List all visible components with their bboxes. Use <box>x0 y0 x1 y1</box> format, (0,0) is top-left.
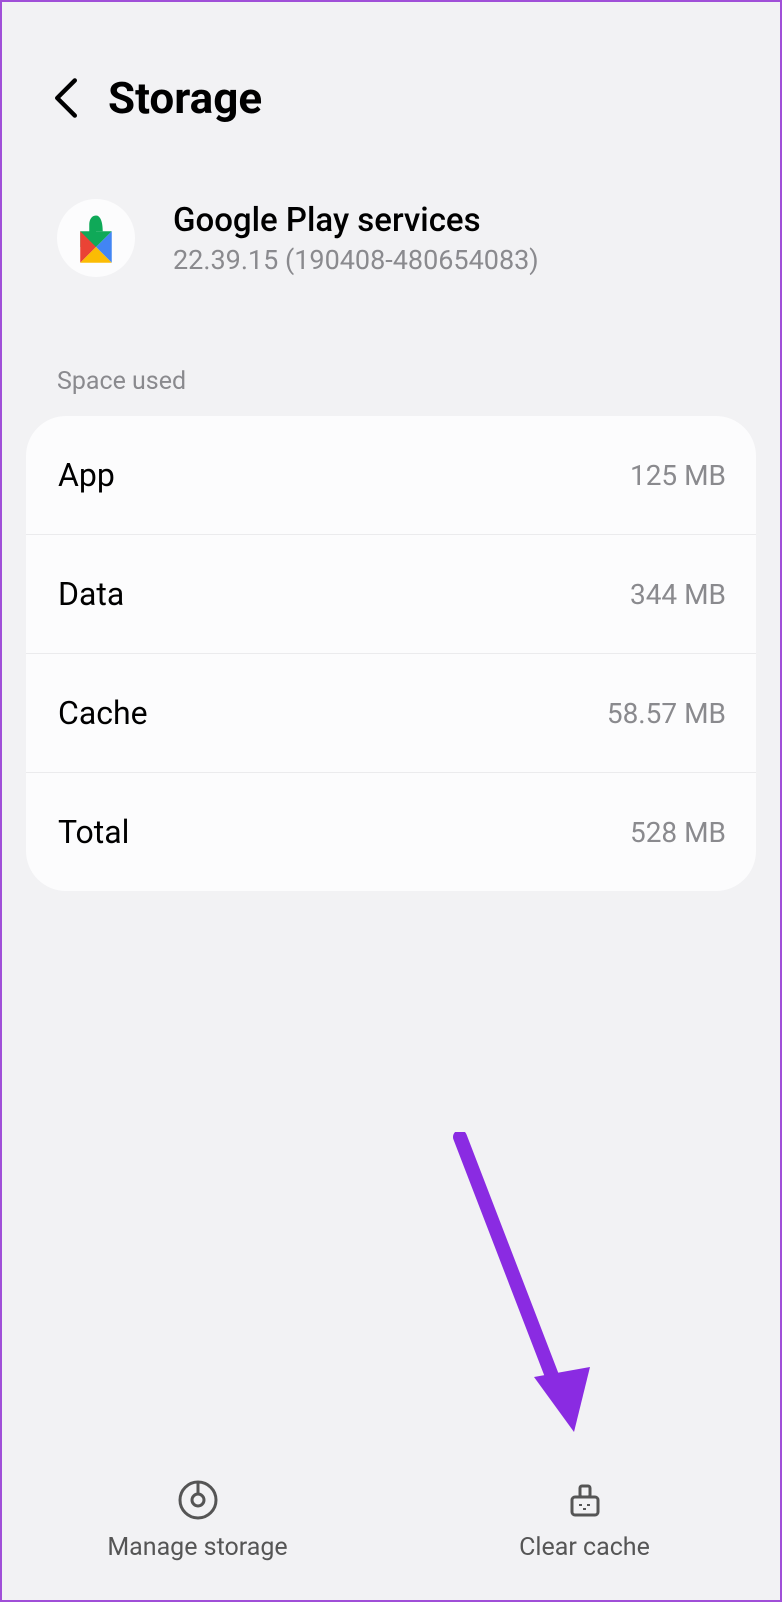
clear-cache-label: Clear cache <box>519 1533 650 1562</box>
annotation-arrow-icon <box>442 1132 622 1462</box>
storage-row-total[interactable]: Total 528 MB <box>26 773 756 891</box>
storage-value: 528 MB <box>630 816 726 849</box>
header: Storage <box>2 2 780 174</box>
storage-label: App <box>58 456 115 494</box>
storage-row-app[interactable]: App 125 MB <box>26 416 756 535</box>
app-info: Google Play services 22.39.15 (190408-48… <box>2 174 780 337</box>
storage-value: 125 MB <box>630 459 726 492</box>
storage-row-cache[interactable]: Cache 58.57 MB <box>26 654 756 773</box>
storage-label: Total <box>58 813 129 851</box>
back-icon[interactable] <box>52 76 80 120</box>
storage-card: App 125 MB Data 344 MB Cache 58.57 MB To… <box>26 416 756 891</box>
clear-cache-button[interactable]: Clear cache <box>391 1440 778 1600</box>
app-text-block: Google Play services 22.39.15 (190408-48… <box>173 201 539 276</box>
app-version: 22.39.15 (190408-480654083) <box>173 244 539 276</box>
app-icon <box>57 199 135 277</box>
broom-icon <box>564 1479 606 1521</box>
storage-label: Data <box>58 575 124 613</box>
manage-storage-button[interactable]: Manage storage <box>4 1440 391 1600</box>
storage-label: Cache <box>58 694 148 732</box>
manage-storage-label: Manage storage <box>107 1533 287 1562</box>
storage-value: 58.57 MB <box>607 697 726 730</box>
section-label: Space used <box>2 337 780 416</box>
storage-icon <box>177 1479 219 1521</box>
app-name: Google Play services <box>173 201 539 240</box>
storage-value: 344 MB <box>630 578 726 611</box>
bottom-bar: Manage storage Clear cache <box>4 1440 778 1600</box>
page-title: Storage <box>108 72 262 124</box>
storage-row-data[interactable]: Data 344 MB <box>26 535 756 654</box>
